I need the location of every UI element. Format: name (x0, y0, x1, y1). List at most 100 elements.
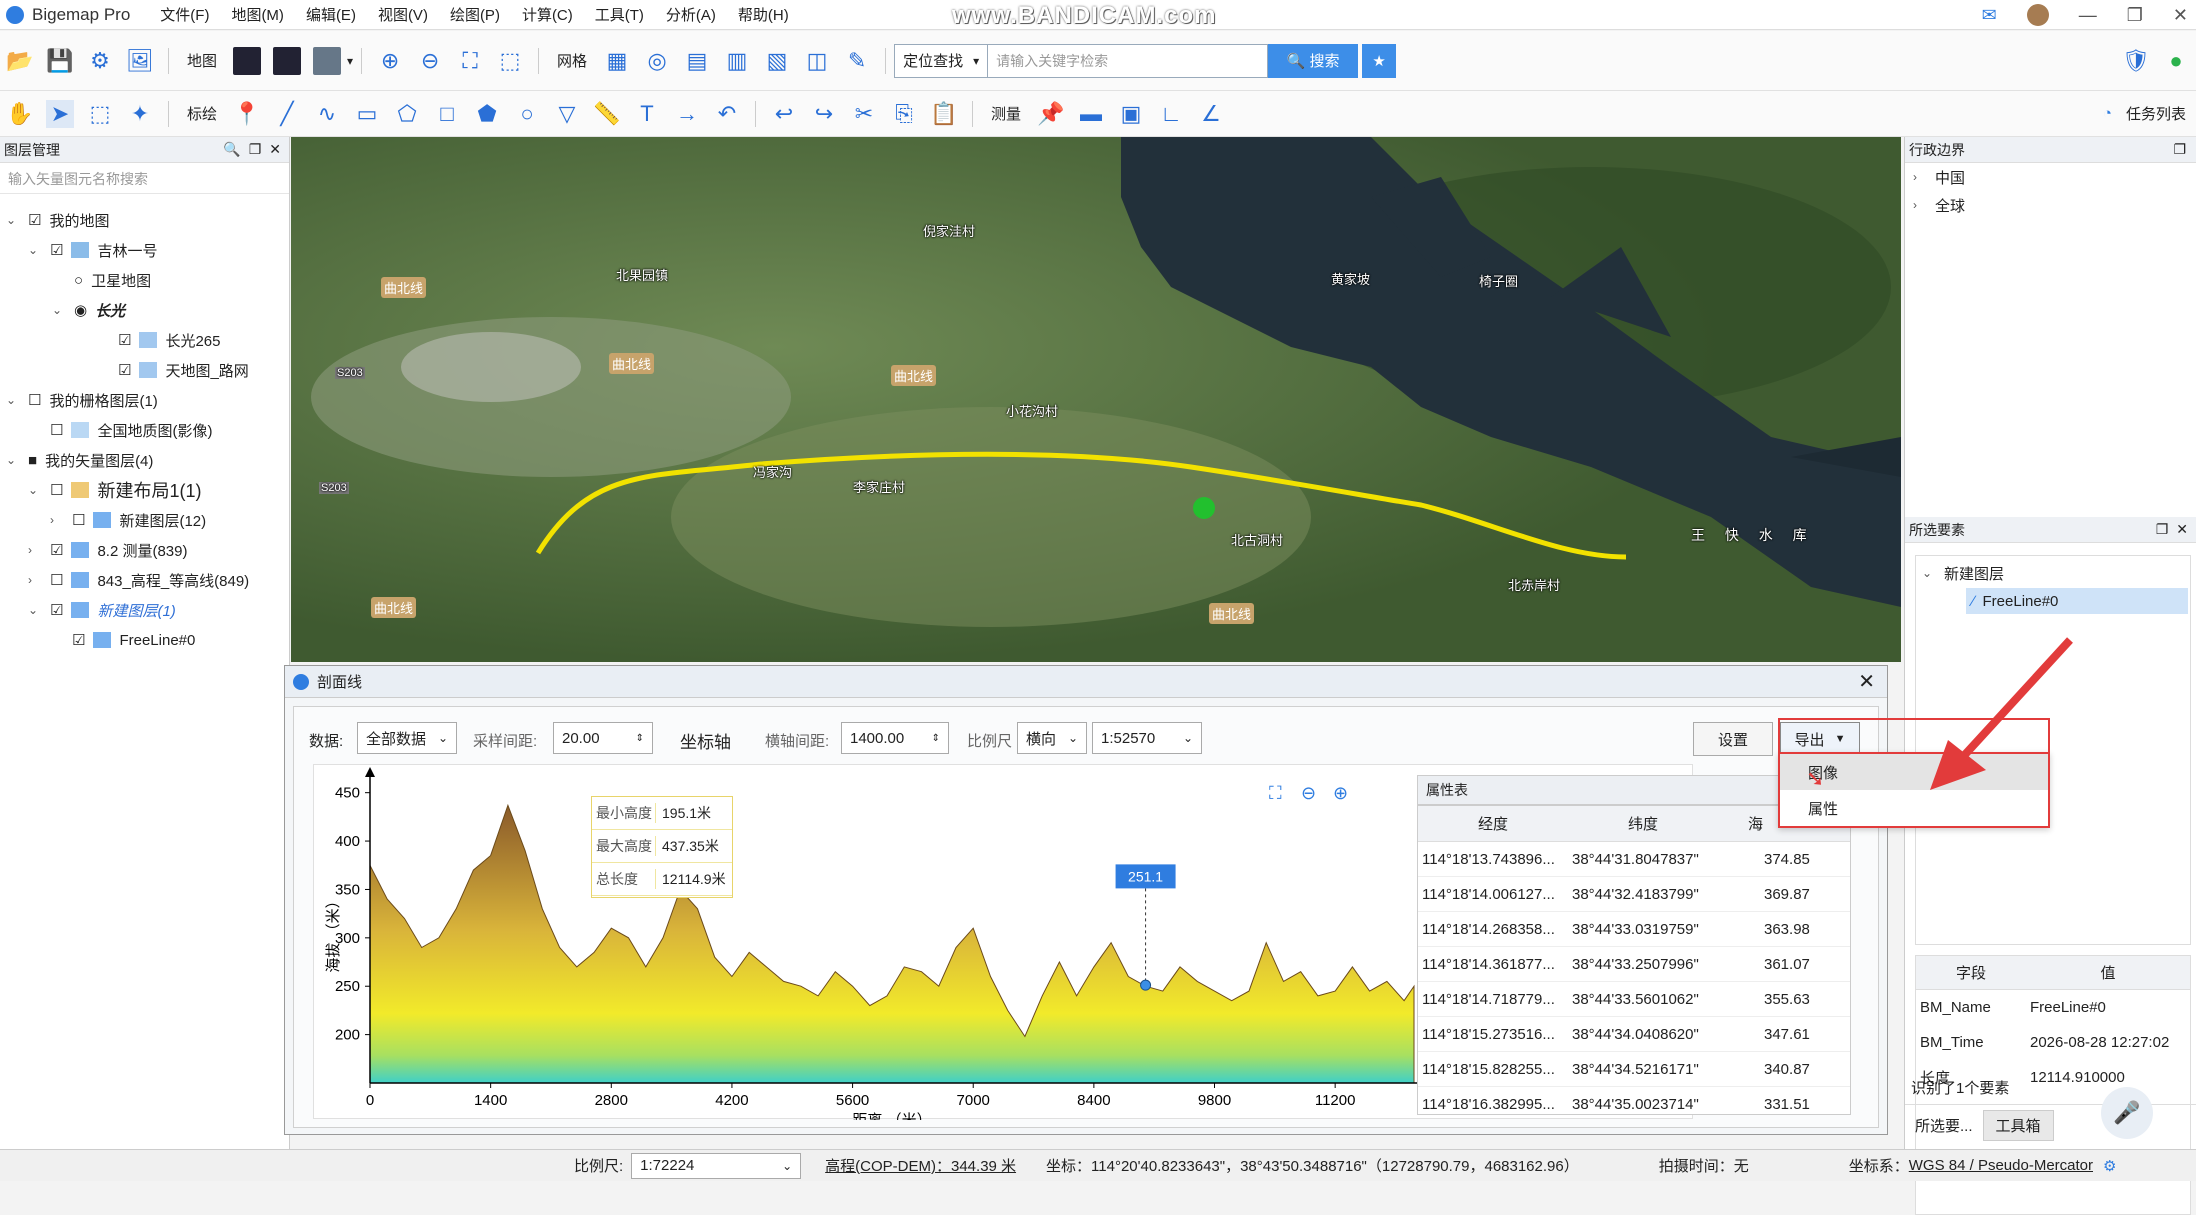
tasks-label[interactable]: 任务列表 (2126, 103, 2186, 124)
gear-icon[interactable]: ⚙ (2103, 1157, 2116, 1175)
selected-layer[interactable]: ⌄ 新建图层 (1922, 560, 2004, 586)
layer-checkbox[interactable]: ☑ (50, 541, 63, 559)
layer-item[interactable]: ☑ 长光265 (96, 327, 220, 353)
fit-icon[interactable]: ⬚ (496, 47, 524, 75)
table-row[interactable]: 114°18'14.718779... 38°44'33.5601062" 355.… (1418, 982, 1850, 1017)
search-icon[interactable]: 🔍 (223, 141, 240, 158)
layer-checkbox[interactable]: ☑ (118, 361, 131, 379)
full-extent-icon[interactable]: ⛶ (456, 47, 484, 75)
menu-map[interactable]: 地图(M) (231, 4, 284, 25)
layer-item[interactable]: ⌄ ◉ 长光 (52, 297, 125, 323)
layer-item[interactable]: ☑ 天地图_路网 (96, 357, 249, 383)
search-mode-select[interactable]: 定位查找 ▾ (894, 43, 989, 78)
layer-checkbox[interactable]: ☐ (50, 421, 63, 439)
chevron-icon[interactable]: ⌄ (52, 303, 66, 317)
zoom-out-icon[interactable]: ⊖ (416, 47, 444, 75)
layer-item[interactable]: ⌄ ■ 我的矢量图层(4) (6, 447, 153, 473)
zoom-out-icon[interactable]: ⊖ (1301, 783, 1316, 804)
undo-icon[interactable]: ↩ (770, 100, 798, 128)
open-icon[interactable]: 📂 (6, 47, 34, 75)
tab-toolbox[interactable]: 工具箱 (1982, 1110, 2054, 1141)
zoom-in-icon[interactable]: ⊕ (376, 47, 404, 75)
text-icon[interactable]: T (633, 100, 661, 128)
mgrs-grid-icon[interactable]: ▧ (763, 47, 791, 75)
selected-item-freeline[interactable]: ∕ FreeLine#0 (1966, 588, 2188, 614)
map-view[interactable]: 倪家洼村 北果园镇 黄家坡 椅子圈 曲北线 小花沟村 李家庄村 冯家沟 北古洞村… (291, 137, 1901, 662)
scale-select[interactable]: 1:52570 ⌄ (1092, 722, 1202, 754)
avatar[interactable] (2026, 4, 2049, 26)
fit-view-icon[interactable]: ⛶ (1269, 783, 1282, 804)
layer-item[interactable]: ☐ 全国地质图(影像) (28, 417, 212, 443)
layer-checkbox[interactable]: ○ (74, 272, 83, 289)
chevron-icon[interactable]: ⌄ (6, 213, 20, 227)
layer-item[interactable]: ⌄ ☑ 我的地图 (6, 207, 109, 233)
measure-angle-icon[interactable]: ∟ (1157, 100, 1185, 128)
circle-icon[interactable]: ○ (513, 100, 541, 128)
profile-route-line[interactable] (291, 137, 1901, 662)
copy-icon[interactable]: ⎘ (890, 100, 918, 128)
layer-item[interactable]: ⌄ ☐ 我的栅格图层(1) (6, 387, 158, 413)
spinner-arrows-icon[interactable]: ⇕ (932, 733, 940, 744)
shield-icon[interactable]: 🛡 (2122, 47, 2150, 75)
pentagon-icon[interactable]: ⬟ (473, 100, 501, 128)
layer-checkbox[interactable]: ◉ (74, 301, 87, 319)
layer-item[interactable]: › ☐ 新建图层(12) (50, 507, 206, 533)
table-row[interactable]: 114°18'14.361877... 38°44'33.2507996" 361.… (1418, 947, 1850, 982)
measure-point-icon[interactable]: 📌 (1037, 100, 1065, 128)
map-style-2-icon[interactable] (273, 46, 302, 75)
layer-search-input[interactable]: 输入矢量图元名称搜索 (0, 164, 289, 194)
layer-item[interactable]: ☑ FreeLine#0 (50, 627, 195, 653)
layer-item[interactable]: › ☐ 843_高程_等高线(849) (28, 567, 249, 593)
close-icon[interactable]: ✕ (2173, 5, 2188, 26)
marker-icon[interactable]: 📍 (233, 100, 261, 128)
layer-checkbox[interactable]: ☐ (50, 481, 63, 499)
table-row[interactable]: 114°18'13.743896... 38°44'31.8047837" 374.… (1418, 842, 1850, 877)
table-row[interactable]: 114°18'15.273516... 38°44'34.0408620" 347.… (1418, 1017, 1850, 1052)
chevron-icon[interactable]: ⌄ (28, 243, 42, 257)
table-row[interactable]: 114°18'14.268358... 38°44'33.0319759" 363.… (1418, 912, 1850, 947)
rectangle-icon[interactable]: ▭ (353, 100, 381, 128)
latlon-grid-icon[interactable]: ◎ (643, 47, 671, 75)
spinner-arrows-icon[interactable]: ⇕ (636, 733, 644, 744)
table-row[interactable]: 114°18'15.828255... 38°44'34.5216171" 340.… (1418, 1052, 1850, 1087)
select-arrow-icon[interactable]: ➤ (46, 99, 74, 128)
eraser-icon[interactable]: ◫ (803, 47, 831, 75)
xinterval-spinner[interactable]: 1400.00 ⇕ (841, 722, 949, 754)
brush-icon[interactable]: ✎ (843, 47, 871, 75)
menu-edit[interactable]: 编辑(E) (306, 4, 356, 25)
chevron-icon[interactable]: ⌄ (6, 393, 20, 407)
km-grid-icon[interactable]: ▤ (683, 47, 711, 75)
polygon-icon[interactable]: ⬠ (393, 100, 421, 128)
scissors-icon[interactable]: ✂ (850, 100, 878, 128)
layer-item[interactable]: ○ 卫星地图 (52, 267, 151, 293)
close-icon[interactable]: ✕ (2176, 521, 2188, 538)
ruler-icon[interactable]: 📏 (593, 100, 621, 128)
chevron-icon[interactable]: › (50, 513, 64, 527)
menu-analysis[interactable]: 分析(A) (666, 4, 716, 25)
save-icon[interactable]: 💾 (46, 47, 74, 75)
data-select[interactable]: 全部数据 ⌄ (357, 722, 457, 754)
gear-icon[interactable]: ⚙ (86, 47, 114, 75)
measure-distance-icon[interactable]: ▬ (1077, 100, 1105, 128)
layer-item[interactable]: ⌄ ☑ 新建图层(1) (28, 597, 176, 623)
tab-selected[interactable]: 所选要... (1905, 1115, 1983, 1136)
layer-checkbox[interactable]: ☑ (50, 601, 63, 619)
triangle-icon[interactable]: ▽ (553, 100, 581, 128)
admin-item-china[interactable]: › 中国 (1913, 164, 1965, 190)
chevron-icon[interactable]: ⌄ (28, 603, 42, 617)
microphone-icon[interactable]: 🎤 (2101, 1087, 2153, 1139)
layer-item[interactable]: ⌄ ☐ 新建布局1(1) (28, 477, 201, 503)
float-icon[interactable]: ❐ (2156, 521, 2169, 538)
close-icon[interactable]: ✕ (1858, 669, 1875, 694)
freeline-icon[interactable]: ∿ (313, 100, 341, 128)
layer-checkbox[interactable]: ■ (28, 452, 37, 469)
layer-checkbox[interactable]: ☐ (72, 511, 85, 529)
profile-marker-point[interactable] (1193, 497, 1215, 519)
menu-view[interactable]: 视图(V) (378, 4, 428, 25)
chevron-icon[interactable]: › (28, 573, 42, 587)
message-icon[interactable]: ✉ (1982, 5, 1997, 26)
pan-hand-icon[interactable]: ✋ (6, 100, 34, 128)
search-button[interactable]: 🔍 搜索 (1268, 43, 1359, 78)
search-input[interactable]: 请输入关键字检索 (988, 43, 1269, 78)
map-style-3-icon[interactable] (313, 46, 342, 75)
